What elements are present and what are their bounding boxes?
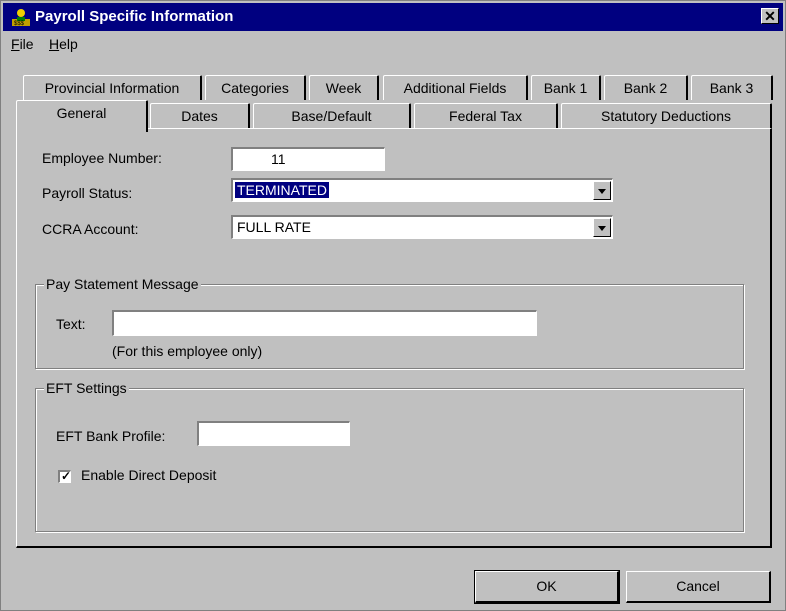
pay-statement-note: (For this employee only) xyxy=(112,343,263,359)
payroll-status-label: Payroll Status: xyxy=(42,185,133,201)
tab-base-default[interactable]: Base/Default xyxy=(253,103,411,128)
employee-number-field[interactable]: 11 xyxy=(231,147,385,171)
tab-bank-3[interactable]: Bank 3 xyxy=(691,75,773,100)
window-title: Payroll Specific Information xyxy=(35,8,234,25)
payroll-status-select[interactable]: TERMINATED xyxy=(231,178,613,202)
menu-bar: File Help xyxy=(3,31,783,55)
ccra-account-select[interactable]: FULL RATE xyxy=(231,215,613,239)
general-tab-panel: Employee Number: 11 Payroll Status: TERM… xyxy=(16,128,772,548)
employee-number-value: 11 xyxy=(271,151,286,167)
tab-week[interactable]: Week xyxy=(309,75,379,100)
eft-bank-profile-label: EFT Bank Profile: xyxy=(56,428,166,444)
cancel-button[interactable]: Cancel xyxy=(626,571,771,603)
ccra-account-label: CCRA Account: xyxy=(42,221,139,237)
check-icon: ✓ xyxy=(61,469,72,483)
close-button[interactable]: ✕ xyxy=(761,8,779,24)
employee-number-label: Employee Number: xyxy=(42,150,162,166)
pay-statement-group-title: Pay Statement Message xyxy=(44,276,201,292)
pay-statement-group: Pay Statement Message Text: (For this em… xyxy=(35,276,744,369)
menu-file[interactable]: File xyxy=(11,36,34,52)
pay-statement-text-input[interactable] xyxy=(112,310,537,336)
chevron-down-icon[interactable] xyxy=(593,218,611,237)
chevron-down-icon[interactable] xyxy=(593,181,611,200)
tab-bank-2[interactable]: Bank 2 xyxy=(604,75,688,100)
eft-bank-profile-input[interactable] xyxy=(197,421,350,446)
ccra-account-value: FULL RATE xyxy=(237,219,311,235)
direct-deposit-checkbox[interactable]: ✓ xyxy=(58,469,72,483)
ok-button[interactable]: OK xyxy=(474,570,620,604)
cancel-button-label: Cancel xyxy=(676,578,720,594)
payroll-person-icon: $$$ xyxy=(12,9,30,27)
tab-provincial-information[interactable]: Provincial Information xyxy=(23,75,202,100)
tab-bank-1[interactable]: Bank 1 xyxy=(531,75,601,100)
tab-general[interactable]: General xyxy=(16,100,148,132)
tab-dates[interactable]: Dates xyxy=(150,103,250,128)
tab-categories[interactable]: Categories xyxy=(205,75,306,100)
tab-federal-tax[interactable]: Federal Tax xyxy=(414,103,558,128)
tab-additional-fields[interactable]: Additional Fields xyxy=(383,75,528,100)
eft-settings-group-title: EFT Settings xyxy=(44,380,129,396)
close-icon: ✕ xyxy=(764,8,776,24)
direct-deposit-label: Enable Direct Deposit xyxy=(81,467,217,483)
eft-settings-group: EFT Settings EFT Bank Profile: ✓ Enable … xyxy=(35,380,744,532)
menu-help[interactable]: Help xyxy=(49,36,78,52)
text-label: Text: xyxy=(56,316,86,332)
payroll-dialog: $$$ Payroll Specific Information ✕ File … xyxy=(0,0,786,611)
tab-statutory-deductions[interactable]: Statutory Deductions xyxy=(561,103,772,128)
title-bar[interactable]: $$$ Payroll Specific Information ✕ xyxy=(3,3,783,31)
svg-text:$$$: $$$ xyxy=(14,21,25,27)
ok-button-label: OK xyxy=(536,578,557,594)
payroll-status-value: TERMINATED xyxy=(235,182,329,198)
